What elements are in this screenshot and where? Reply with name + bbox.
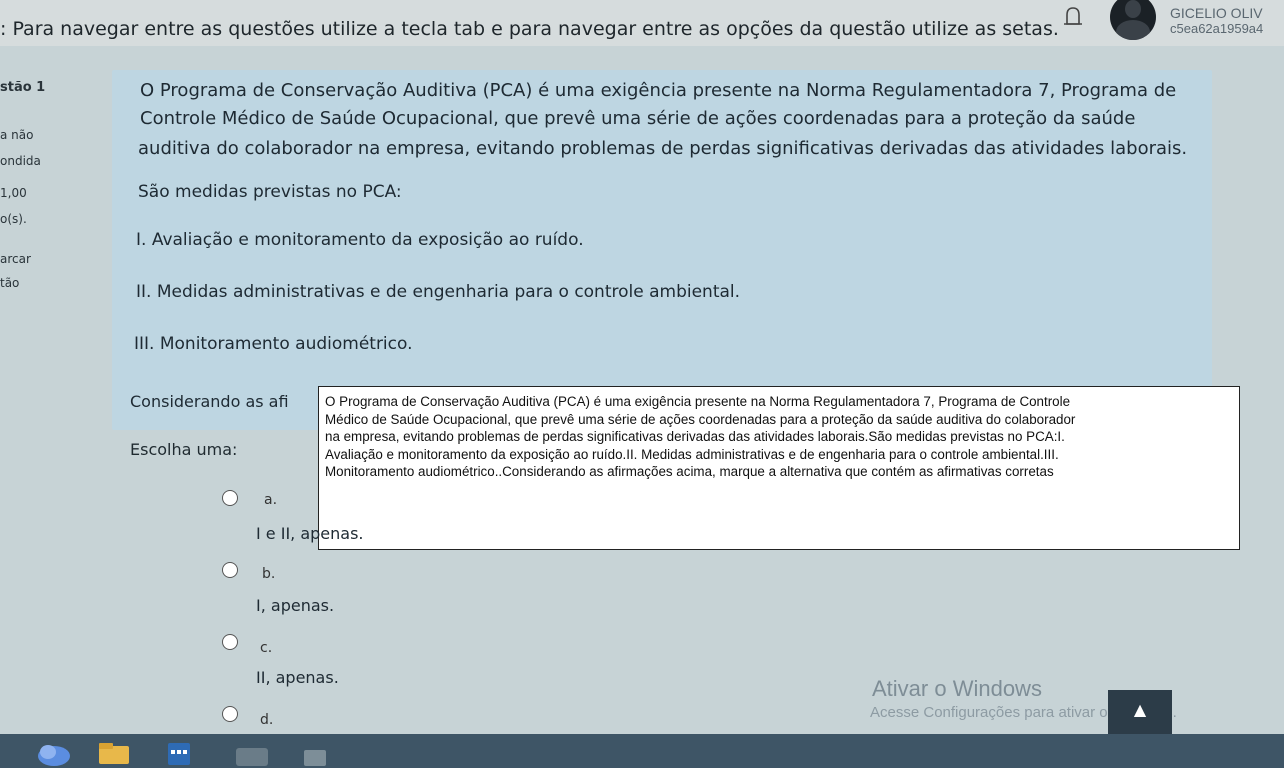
option-c-letter: c. xyxy=(260,640,273,656)
user-code: c5ea62a1959a4 xyxy=(1170,21,1264,36)
user-info[interactable]: GICELIO OLIV c5ea62a1959a4 xyxy=(1170,5,1263,37)
tooltip-line: O Programa de Conservação Auditiva (PCA)… xyxy=(325,394,1071,409)
statement-1: I. Avaliação e monitoramento da exposiçã… xyxy=(136,230,584,250)
option-b-radio[interactable] xyxy=(222,562,238,578)
statement-3: III. Monitoramento audiométrico. xyxy=(134,334,413,354)
answer-status: a não xyxy=(0,128,34,142)
tooltip-line: Monitoramento audiométrico..Considerando… xyxy=(325,464,1054,480)
score-suffix: o(s). xyxy=(0,212,27,226)
tooltip-line: Avaliação e monitoramento da exposição a… xyxy=(325,446,1059,462)
option-a-letter: a. xyxy=(264,492,278,508)
statement-2: II. Medidas administrativas e de engenha… xyxy=(136,282,741,302)
question-intro-line-1: O Programa de Conservação Auditiva (PCA)… xyxy=(140,80,1177,101)
option-a-text[interactable]: I e II, apenas. xyxy=(256,524,364,543)
option-d-letter: d. xyxy=(260,712,274,728)
tray-expand-icon[interactable]: ▲ xyxy=(1108,690,1172,734)
option-b-letter: b. xyxy=(262,566,276,582)
answer-status-2: ondida xyxy=(0,154,41,168)
question-number: stão 1 xyxy=(0,80,46,95)
considering-text: Considerando as afi xyxy=(130,392,289,411)
user-name: GICELIO OLIV xyxy=(1170,5,1263,21)
user-avatar[interactable] xyxy=(1110,0,1156,40)
question-intro-line-3: auditiva do colaborador na empresa, evit… xyxy=(138,138,1188,159)
option-a-radio[interactable] xyxy=(222,490,238,506)
word-icon[interactable] xyxy=(300,740,330,766)
option-c-radio[interactable] xyxy=(222,634,238,650)
question-intro-line-4: São medidas previstas no PCA: xyxy=(138,182,402,202)
calendar-icon[interactable] xyxy=(164,740,194,766)
flag-question-link[interactable]: arcar xyxy=(0,252,31,266)
option-d-radio[interactable] xyxy=(222,706,238,722)
notification-bell-icon[interactable] xyxy=(1058,2,1088,32)
option-c-text[interactable]: II, apenas. xyxy=(256,668,339,687)
question-intro-line-2: Controle Médico de Saúde Ocupacional, qu… xyxy=(140,108,1136,129)
app-icon[interactable] xyxy=(232,740,272,766)
question-tooltip: O Programa de Conservação Auditiva (PCA)… xyxy=(318,386,1240,550)
navigation-instruction: : Para navegar entre as questões utilize… xyxy=(0,18,1059,40)
tooltip-line: Médico de Saúde Ocupacional, que prevê u… xyxy=(325,411,1076,427)
taskbar xyxy=(0,734,1284,768)
file-explorer-icon[interactable] xyxy=(96,740,132,766)
option-b-text[interactable]: I, apenas. xyxy=(256,596,334,615)
tooltip-line: na empresa, evitando problemas de perdas… xyxy=(325,429,1065,445)
choose-one-label: Escolha uma: xyxy=(130,440,238,459)
flag-question-suffix: tão xyxy=(0,276,20,290)
widgets-icon[interactable] xyxy=(34,740,74,766)
activate-windows-title: Ativar o Windows xyxy=(872,676,1042,701)
question-score: 1,00 xyxy=(0,186,27,200)
